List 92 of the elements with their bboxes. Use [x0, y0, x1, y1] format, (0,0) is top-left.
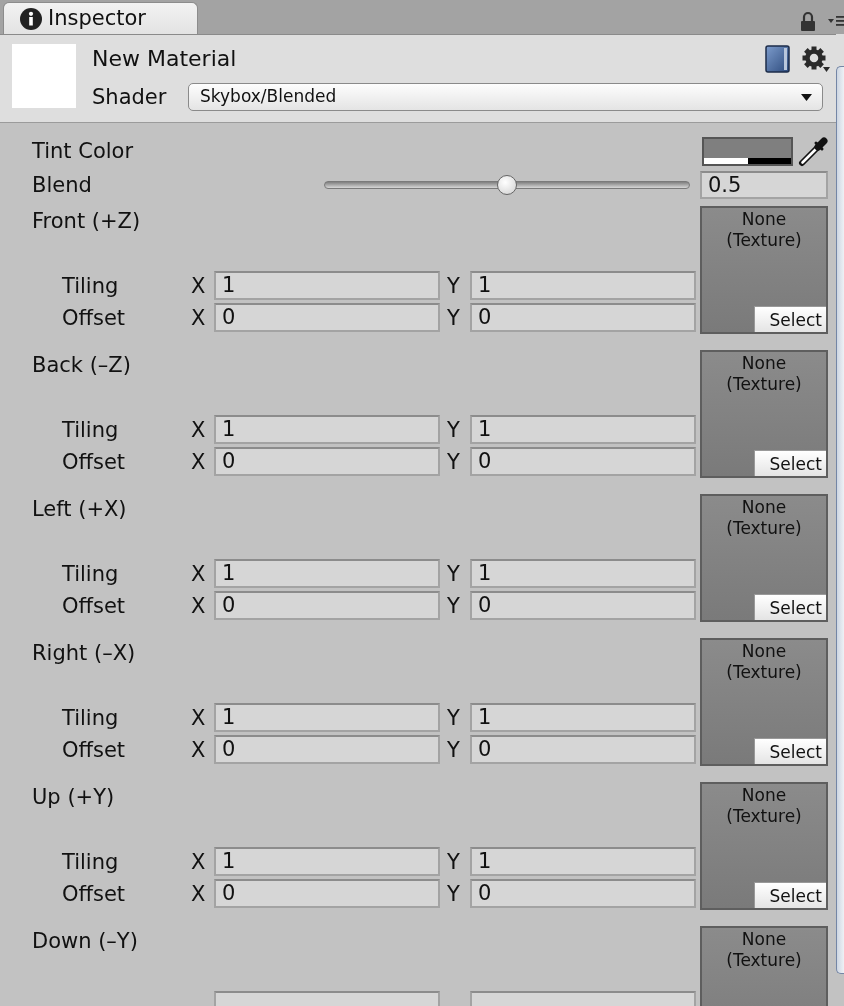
material-name: New Material: [92, 45, 237, 73]
tiling-label: Tiling: [62, 704, 120, 731]
number-field[interactable]: 0: [214, 303, 440, 332]
x-axis-label: X: [191, 304, 207, 331]
offset-label: Offset: [62, 736, 127, 763]
number-field[interactable]: 1: [470, 559, 696, 588]
number-field[interactable]: 1: [214, 559, 440, 588]
offset-label: Offset: [62, 448, 127, 475]
texture-property-label: Back (–Z): [32, 352, 131, 378]
book-icon[interactable]: [765, 45, 790, 73]
scrollbar-thumb[interactable]: [836, 66, 844, 974]
offset-label: Offset: [62, 304, 127, 331]
y-axis-label: Y: [447, 448, 461, 475]
number-field[interactable]: 1: [470, 271, 696, 300]
texture-property-label: Front (+Z): [32, 208, 141, 234]
tiling-label: Tiling: [62, 848, 120, 875]
y-axis-label: Y: [447, 736, 461, 763]
number-field[interactable]: 0.5: [700, 171, 828, 199]
color-field[interactable]: [702, 136, 793, 166]
tiling-label: Tiling: [62, 272, 120, 299]
texture-slot-text: None (Texture): [725, 208, 803, 251]
texture-slot[interactable]: None (Texture) Select: [700, 782, 828, 910]
y-axis-label: Y: [447, 304, 461, 331]
x-axis-label: X: [191, 448, 207, 475]
caret-icon: [801, 93, 812, 101]
number-field[interactable]: 1: [214, 703, 440, 732]
number-field[interactable]: 1: [214, 271, 440, 300]
select-button[interactable]: Select: [754, 738, 826, 764]
number-field[interactable]: 0: [470, 879, 696, 908]
blend-label: Blend: [32, 172, 92, 198]
number-field[interactable]: 0: [214, 735, 440, 764]
texture-slot[interactable]: None (Texture): [700, 926, 828, 1006]
x-axis-label: X: [191, 736, 207, 763]
texture-slot-text: None (Texture): [725, 640, 803, 683]
select-button[interactable]: Select: [754, 450, 826, 476]
texture-slot-text: None (Texture): [725, 496, 803, 539]
tint-color-label: Tint Color: [32, 138, 134, 164]
y-axis-label: Y: [447, 560, 461, 587]
y-axis-label: Y: [447, 416, 461, 443]
inspector-tab[interactable]: Inspector: [3, 2, 198, 34]
texture-property-label: Left (+X): [32, 496, 127, 522]
texture-slot-text: None (Texture): [725, 928, 803, 971]
eyedropper-icon[interactable]: [798, 135, 828, 167]
number-field[interactable]: 0: [214, 879, 440, 908]
tiling-label: Tiling: [62, 560, 120, 587]
number-field[interactable]: 0: [470, 447, 696, 476]
gear-icon[interactable]: [802, 45, 830, 73]
texture-slot[interactable]: None (Texture) Select: [700, 638, 828, 766]
info-icon: [20, 7, 42, 30]
texture-slot-text: None (Texture): [725, 784, 803, 827]
x-axis-label: X: [191, 592, 207, 619]
texture-slot[interactable]: None (Texture) Select: [700, 350, 828, 478]
texture-property-label: Right (–X): [32, 640, 136, 666]
menu-icon[interactable]: [828, 16, 844, 26]
shader-dropdown[interactable]: Skybox/Blended: [188, 83, 823, 111]
number-field[interactable]: 0: [470, 303, 696, 332]
lock-icon[interactable]: [800, 11, 816, 31]
select-button[interactable]: Select: [754, 594, 826, 620]
shader-label: Shader: [92, 84, 168, 110]
slider-track[interactable]: [324, 175, 690, 195]
number-field[interactable]: 1: [470, 703, 696, 732]
y-axis-label: Y: [447, 704, 461, 731]
x-axis-label: X: [191, 704, 207, 731]
y-axis-label: Y: [447, 848, 461, 875]
texture-slot-text: None (Texture): [725, 352, 803, 395]
number-field[interactable]: 1: [470, 847, 696, 876]
x-axis-label: X: [191, 848, 207, 875]
x-axis-label: X: [191, 272, 207, 299]
x-axis-label: X: [191, 880, 207, 907]
number-field[interactable]: 0: [214, 447, 440, 476]
x-axis-label: X: [191, 560, 207, 587]
y-axis-label: Y: [447, 592, 461, 619]
number-field[interactable]: 0: [470, 591, 696, 620]
number-field[interactable]: 1: [214, 847, 440, 876]
number-field[interactable]: 1: [214, 415, 440, 444]
slider-thumb[interactable]: [497, 175, 517, 195]
number-field[interactable]: 0: [470, 735, 696, 764]
texture-slot[interactable]: None (Texture) Select: [700, 206, 828, 334]
number-field[interactable]: 1: [470, 415, 696, 444]
texture-property-label: Up (+Y): [32, 784, 115, 810]
tiling-label: Tiling: [62, 416, 120, 443]
y-axis-label: Y: [447, 272, 461, 299]
texture-slot[interactable]: None (Texture) Select: [700, 494, 828, 622]
select-button[interactable]: Select: [754, 306, 826, 332]
y-axis-label: Y: [447, 880, 461, 907]
offset-label: Offset: [62, 880, 127, 907]
number-field[interactable]: 0: [214, 591, 440, 620]
x-axis-label: X: [191, 416, 207, 443]
texture-property-label: Down (–Y): [32, 928, 138, 954]
offset-label: Offset: [62, 592, 127, 619]
material-preview: [12, 44, 76, 108]
select-button[interactable]: Select: [754, 882, 826, 908]
